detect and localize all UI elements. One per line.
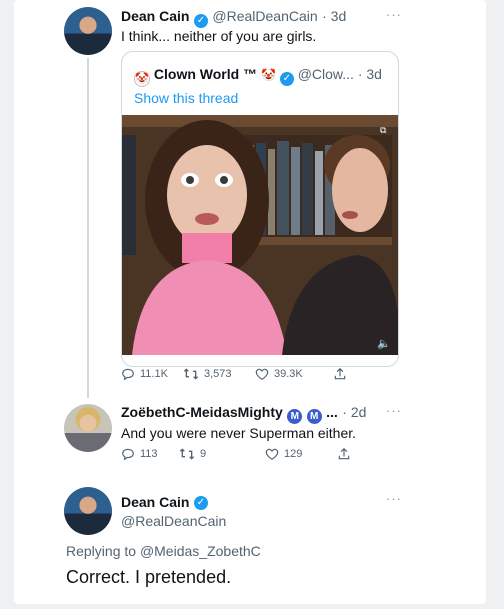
replying-to-handle[interactable]: @Meidas_ZobethC (140, 543, 261, 559)
quote-author-name: Clown World ™ (153, 66, 258, 82)
thread-line (87, 58, 89, 398)
heart-icon (265, 448, 279, 460)
retweet-button[interactable]: 9 (179, 447, 265, 461)
video-thumbnail[interactable]: ⧉ 🔈 (122, 115, 398, 355)
author-name[interactable]: Dean Cain (121, 8, 189, 24)
m-badge-icon: M (287, 409, 303, 424)
reply-button[interactable]: 113 (121, 447, 179, 461)
like-count: 129 (284, 448, 303, 460)
like-button[interactable]: 39.3K (255, 367, 333, 381)
reply-count: 11.1K (140, 368, 168, 380)
verified-icon: ✓ (194, 496, 208, 510)
m-badge-icon: M (306, 409, 322, 424)
more-icon[interactable]: ··· (386, 7, 402, 22)
retweet-button[interactable]: 3,573 (183, 367, 255, 381)
retweet-icon (183, 368, 199, 380)
share-icon (334, 367, 346, 380)
avatar[interactable] (64, 487, 112, 535)
author-name[interactable]: Dean Cain (121, 494, 189, 510)
share-button[interactable] (333, 367, 347, 381)
verified-icon: ✓ (279, 72, 294, 86)
like-count: 39.3K (274, 368, 303, 380)
reply-icon (122, 448, 134, 461)
retweet-count: 9 (200, 448, 207, 460)
author-name[interactable]: ZoëbethC-MeidasMighty (121, 404, 283, 420)
reply-icon (122, 368, 134, 381)
timestamp[interactable]: · 3d (322, 8, 346, 24)
reply-count: 113 (140, 448, 158, 460)
replying-to-label: Replying to (66, 543, 137, 559)
timestamp[interactable]: · 2d (342, 404, 366, 420)
retweet-count: 3,573 (204, 368, 232, 380)
quoted-tweet[interactable]: 🤡 Clown World ™ 🤡 ✓ @Clow... · 3d Show t… (121, 51, 399, 367)
heart-icon (255, 368, 269, 380)
tweet-header: Dean Cain ✓ @RealDeanCain · 3d (121, 8, 346, 28)
avatar[interactable] (64, 7, 112, 55)
tweet-text: And you were never Superman either. (121, 425, 357, 441)
retweet-icon (179, 448, 195, 460)
gif-badge-icon: ⧉ (380, 126, 387, 136)
tweet-header: ZoëbethC-MeidasMighty M M ... · 2d (121, 404, 366, 424)
verified-icon: ✓ (193, 14, 208, 28)
share-icon (338, 447, 350, 460)
quote-timestamp: · 3d (357, 66, 382, 82)
show-thread-link[interactable]: Show this thread (134, 90, 238, 106)
quote-author-handle: @Clow... (297, 66, 354, 82)
screenshot-card: Dean Cain ✓ @RealDeanCain · 3d ··· I thi… (14, 0, 486, 604)
avatar[interactable] (64, 404, 112, 452)
name-ellipsis: ... (326, 404, 338, 420)
quote-header: 🤡 Clown World ™ 🤡 ✓ @Clow... · 3d (134, 66, 382, 87)
video-frame-image: ⧉ 🔈 (122, 115, 398, 355)
more-icon[interactable]: ··· (386, 403, 402, 418)
avatar: 🤡 (134, 71, 150, 87)
tweet-text: I think... neither of you are girls. (121, 28, 317, 44)
reply-button[interactable]: 11.1K (121, 367, 183, 381)
author-handle[interactable]: @RealDeanCain (212, 8, 317, 24)
volume-icon: 🔈 (377, 337, 391, 350)
share-button[interactable] (337, 447, 351, 461)
tweet-actions: 11.1K 3,573 39.3K (121, 367, 361, 381)
like-button[interactable]: 129 (265, 447, 337, 461)
tweet-text: Correct. I pretended. (66, 567, 232, 587)
replying-to: Replying to @Meidas_ZobethC (66, 543, 261, 559)
author-handle[interactable]: @RealDeanCain (121, 513, 226, 529)
clown-emoji-icon: 🤡 (260, 68, 276, 82)
tweet-actions: 113 9 129 (121, 447, 361, 461)
more-icon[interactable]: ··· (386, 491, 402, 506)
